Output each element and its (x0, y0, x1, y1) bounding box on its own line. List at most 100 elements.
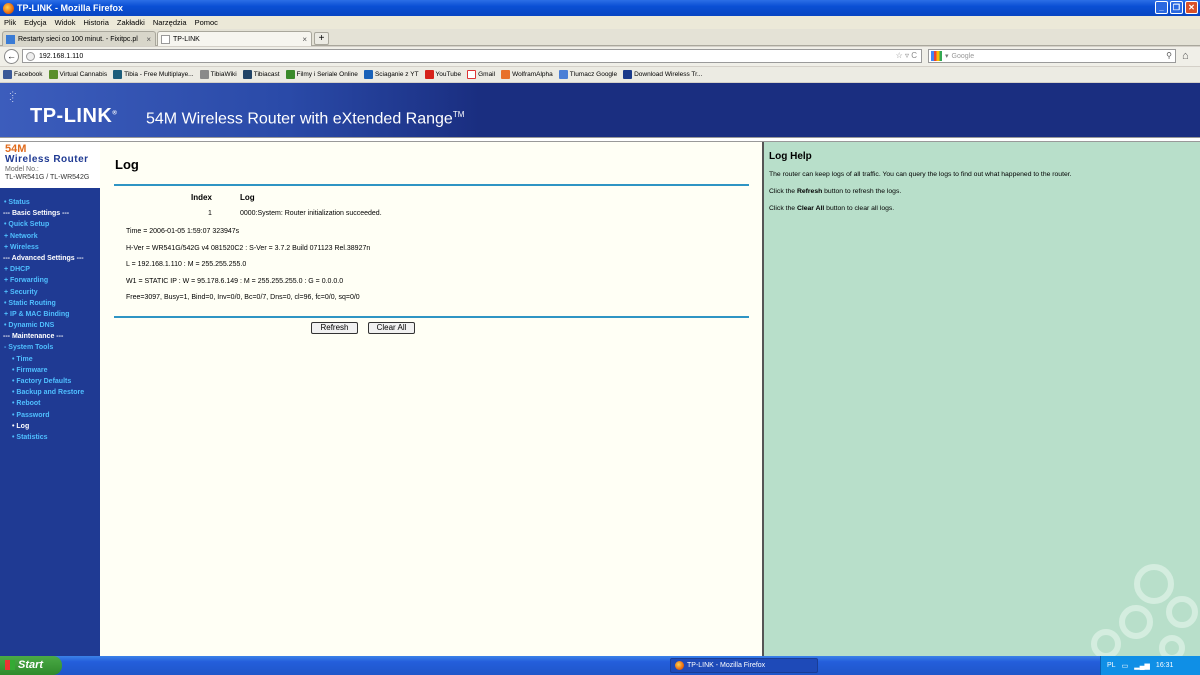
help-clear-text: Click the Clear All button to clear all … (769, 205, 894, 212)
help-text-part: Click the (769, 205, 797, 212)
sidebar-item-log[interactable]: • Log (0, 421, 100, 432)
bookmark-tlumacz[interactable]: Tlumacz Google (558, 70, 617, 79)
menu-item-tools[interactable]: Narzędzia (153, 18, 187, 27)
url-bar[interactable]: 192.168.1.110 ☆ ▿ C (22, 49, 922, 63)
bookmark-download-wireless[interactable]: Download Wireless Tr... (623, 70, 702, 79)
log-lan-info: L = 192.168.1.110 : M = 255.255.255.0 (126, 261, 247, 268)
bookmark-label: Tibiacast (253, 71, 280, 78)
language-indicator[interactable]: PL (1107, 662, 1116, 669)
windows-taskbar: Start TP-LINK - Mozilla Firefox PL ▭ ▂▄▆… (0, 656, 1200, 675)
clock[interactable]: 16:31 (1156, 662, 1174, 669)
refresh-button[interactable]: Refresh (311, 322, 358, 334)
star-icon (285, 70, 295, 79)
window-title: TP-LINK - Mozilla Firefox (17, 3, 124, 13)
help-text-part: button to clear all logs. (824, 205, 895, 212)
sidebar-item-backup-restore[interactable]: • Backup and Restore (0, 387, 100, 398)
bookmark-facebook[interactable]: Facebook (3, 70, 43, 79)
log-page: Log Index Log 1 0000:System: Router init… (100, 142, 762, 656)
bookmark-gmail[interactable]: Gmail (467, 70, 495, 79)
page-title: Log (115, 157, 139, 172)
sidebar-header-advanced: --- Advanced Settings --- (3, 254, 84, 262)
sidebar-item-password[interactable]: • Password (0, 410, 100, 421)
bookmark-virtual-cannabis[interactable]: Virtual Cannabis (48, 70, 107, 79)
help-text-part: Click the (769, 188, 797, 195)
menu-item-view[interactable]: Widok (55, 18, 76, 27)
menu-item-history[interactable]: Historia (83, 18, 108, 27)
sidebar-item-firmware[interactable]: • Firmware (0, 365, 100, 376)
sidebar-item-ip-mac-binding[interactable]: + IP & MAC Binding (0, 309, 100, 320)
sidebar-item-quick-setup[interactable]: • Quick Setup (0, 219, 100, 230)
log-hardware-version: H-Ver = WR541G/542G v4 081520C2 : S-Ver … (126, 245, 371, 252)
start-button[interactable]: Start (0, 656, 62, 675)
bookmark-youtube[interactable]: YouTube (424, 70, 461, 79)
windows-logo-icon (5, 660, 15, 670)
decorative-circles-icon (1091, 564, 1198, 656)
menu-item-bookmarks[interactable]: Zakładki (117, 18, 145, 27)
url-bar-icons[interactable]: ☆ ▿ C (896, 51, 917, 60)
menu-item-help[interactable]: Pomoc (195, 18, 218, 27)
bookmark-tibiawiki[interactable]: TibiaWiki (199, 70, 237, 79)
tab-close-icon[interactable]: × (146, 35, 151, 44)
help-description: The router can keep logs of all traffic.… (769, 171, 1072, 178)
navigation-bar: ← 192.168.1.110 ☆ ▿ C ▾ Google ⚲ ⌂ (0, 47, 1200, 66)
close-icon[interactable]: ✕ (1185, 1, 1198, 14)
router-banner: ·:· ·: TP-LINK® 54M Wireless Router with … (0, 83, 1200, 138)
tab-bar: Restarty sieci co 100 minut. - Fixitpc.p… (0, 29, 1200, 46)
home-icon[interactable]: ⌂ (1182, 50, 1189, 62)
firefox-icon (3, 2, 14, 14)
globe-icon (26, 51, 35, 61)
tab-tplink[interactable]: TP-LINK × (157, 31, 312, 46)
sidebar-item-time[interactable]: • Time (0, 354, 100, 365)
search-icon[interactable]: ⚲ (1166, 51, 1172, 60)
sidebar-item-reboot[interactable]: • Reboot (0, 398, 100, 409)
search-placeholder: Google (951, 52, 975, 60)
network-signal-icon[interactable]: ▂▄▆ (1134, 662, 1150, 670)
bookmark-sciaganie[interactable]: Sciaganie z YT (363, 70, 419, 79)
menu-item-file[interactable]: Plik (4, 18, 16, 27)
help-refresh-text: Click the Refresh button to refresh the … (769, 188, 901, 195)
maximize-icon[interactable]: ❐ (1170, 1, 1183, 14)
model-numbers: TL-WR541G / TL-WR542G (5, 174, 90, 181)
search-input[interactable]: ▾ Google ⚲ (928, 49, 1176, 63)
bookmark-label: WolframAlpha (512, 71, 553, 78)
start-label: Start (18, 659, 44, 671)
model-name: Wireless Router (5, 154, 89, 165)
sidebar-item-system-tools[interactable]: - System Tools (0, 342, 100, 353)
sidebar-item-statistics[interactable]: • Statistics (0, 432, 100, 443)
bookmark-tibiacast[interactable]: Tibiacast (242, 70, 280, 79)
tibia-icon (113, 70, 123, 79)
sidebar-item-dhcp[interactable]: + DHCP (0, 264, 100, 275)
minimize-icon[interactable]: _ (1155, 1, 1168, 14)
bookmark-label: Gmail (478, 71, 496, 78)
bookmark-label: TibiaWiki (210, 71, 237, 78)
back-button[interactable]: ← (4, 49, 19, 64)
help-title: Log Help (769, 151, 812, 162)
sidebar-item-factory-defaults[interactable]: • Factory Defaults (0, 376, 100, 387)
sidebar-item-security[interactable]: + Security (0, 287, 100, 298)
clear-all-button[interactable]: Clear All (368, 322, 415, 334)
google-icon (931, 51, 942, 61)
system-tray: PL ▭ ▂▄▆ 16:31 (1100, 656, 1200, 675)
model-no-label: Model No.: (5, 166, 39, 173)
menu-item-edit[interactable]: Edycja (24, 18, 47, 27)
tab-fixitpc[interactable]: Restarty sieci co 100 minut. - Fixitpc.p… (2, 31, 156, 46)
tab-close-icon[interactable]: × (302, 35, 307, 44)
new-tab-button[interactable]: + (314, 32, 329, 45)
keyboard-icon[interactable]: ▭ (1122, 662, 1129, 670)
sidebar-item-forwarding[interactable]: + Forwarding (0, 275, 100, 286)
bookmark-label: Facebook (14, 71, 43, 78)
sidebar-item-wireless[interactable]: + Wireless (0, 242, 100, 253)
sidebar-item-network[interactable]: + Network (0, 231, 100, 242)
bookmark-filmy[interactable]: Filmy i Seriale Online (285, 70, 358, 79)
youtube-icon (424, 70, 434, 79)
bookmark-tibia[interactable]: Tibia - Free Multiplaye... (113, 70, 194, 79)
log-stats: Free=3097, Busy=1, Bind=0, Inv=0/0, Bc=0… (126, 294, 360, 301)
sidebar-item-dynamic-dns[interactable]: • Dynamic DNS (0, 320, 100, 331)
logo-text: TP-LINK (30, 105, 113, 127)
taskbar-item-firefox[interactable]: TP-LINK - Mozilla Firefox (670, 658, 818, 673)
sidebar-item-status[interactable]: • Status (0, 197, 100, 208)
help-refresh-bold: Refresh (796, 188, 823, 195)
sidebar-item-static-routing[interactable]: • Static Routing (0, 298, 100, 309)
bookmark-wolframalpha[interactable]: WolframAlpha (501, 70, 553, 79)
chevron-down-icon[interactable]: ▾ (945, 52, 949, 60)
